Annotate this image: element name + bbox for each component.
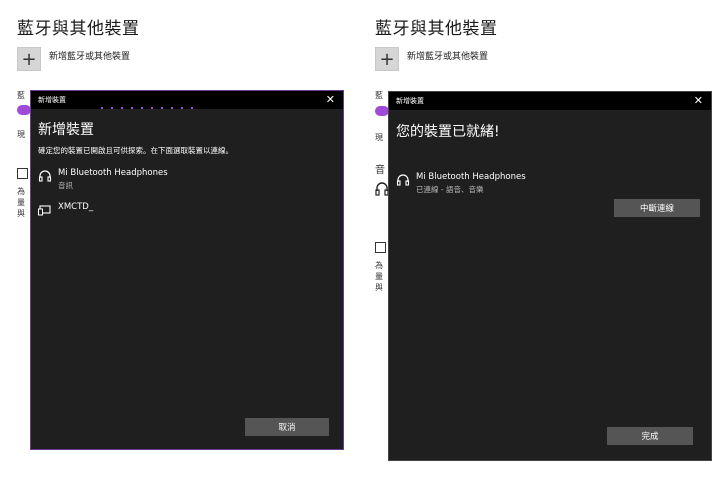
- dialog-title: 新增裝置: [38, 96, 66, 104]
- dialog-subtitle: 確定您的裝置已開啟且可供探索。在下面選取裝置以連線。: [38, 146, 233, 155]
- headphones-icon: [396, 174, 410, 186]
- dialog-heading: 您的裝置已就緒!: [396, 124, 500, 140]
- bg-text-fragment: 音: [375, 165, 385, 176]
- bluetooth-toggle[interactable]: [17, 105, 31, 115]
- settings-title: 藍牙與其他裝置: [375, 19, 498, 39]
- device-status: 已連線 - 語音、音樂: [416, 185, 484, 194]
- add-device-label: 新增藍牙或其他裝置: [49, 52, 131, 62]
- device-name: XMCTD_: [58, 202, 94, 212]
- bg-text-fragment: 現: [17, 130, 25, 139]
- checkbox[interactable]: [375, 242, 386, 253]
- settings-title: 藍牙與其他裝置: [17, 19, 140, 39]
- disconnect-button[interactable]: 中斷連線: [614, 199, 700, 217]
- checkbox[interactable]: [17, 168, 28, 179]
- add-device-button[interactable]: + 新增藍牙或其他裝置: [375, 47, 488, 71]
- device-name: Mi Bluetooth Headphones: [416, 172, 526, 182]
- close-icon[interactable]: ✕: [694, 94, 703, 107]
- device-list-item[interactable]: XMCTD_: [38, 202, 93, 217]
- add-device-dialog: 新增裝置 ✕ 新增裝置 確定您的裝置已開啟且可供探索。在下面選取裝置以連線。 M…: [30, 90, 344, 450]
- bg-text-fragment: 為: [375, 261, 383, 270]
- close-icon[interactable]: ✕: [326, 93, 335, 106]
- headphones-icon: [375, 182, 389, 196]
- dialog-title: 新增裝置: [396, 97, 424, 105]
- cancel-button[interactable]: 取消: [245, 418, 329, 436]
- device-list-item[interactable]: Mi Bluetooth Headphones 音訊: [38, 168, 168, 191]
- bg-text-fragment: 為: [17, 187, 25, 196]
- device-ready-dialog: 新增裝置 ✕ 您的裝置已就緒! Mi Bluetooth Headphones …: [388, 91, 712, 461]
- device-list-item: Mi Bluetooth Headphones 已連線 - 語音、音樂: [396, 172, 526, 195]
- bg-text-fragment: 與: [375, 283, 383, 292]
- add-device-label: 新增藍牙或其他裝置: [407, 52, 489, 62]
- bg-text-fragment: 量: [375, 272, 383, 281]
- plus-icon: +: [17, 47, 41, 71]
- right-settings-panel: 藍牙與其他裝置 + 新增藍牙或其他裝置 藍 現 音 為 量 與 新增裝置 ✕ 您…: [358, 0, 718, 482]
- device-name: Mi Bluetooth Headphones: [58, 168, 168, 178]
- headphones-icon: [38, 170, 52, 182]
- left-settings-panel: 藍牙與其他裝置 + 新增藍牙或其他裝置 藍 現 為 量 與 新增裝置 ✕ 新增裝…: [0, 0, 360, 482]
- done-button[interactable]: 完成: [607, 427, 693, 445]
- loading-dots: [101, 107, 193, 109]
- device-type: 音訊: [58, 181, 73, 190]
- dialog-titlebar: 新增裝置 ✕: [389, 92, 711, 110]
- plus-icon: +: [375, 47, 399, 71]
- bg-text-fragment: 量: [17, 198, 25, 207]
- dialog-heading: 新增裝置: [38, 122, 94, 138]
- bg-text-fragment: 與: [17, 209, 25, 218]
- bg-text-fragment: 藍: [375, 91, 383, 100]
- bg-text-fragment: 藍: [17, 91, 25, 100]
- add-device-button[interactable]: + 新增藍牙或其他裝置: [17, 47, 130, 71]
- bg-text-fragment: 現: [375, 133, 383, 142]
- display-icon: [38, 205, 51, 216]
- bluetooth-toggle[interactable]: [375, 106, 389, 116]
